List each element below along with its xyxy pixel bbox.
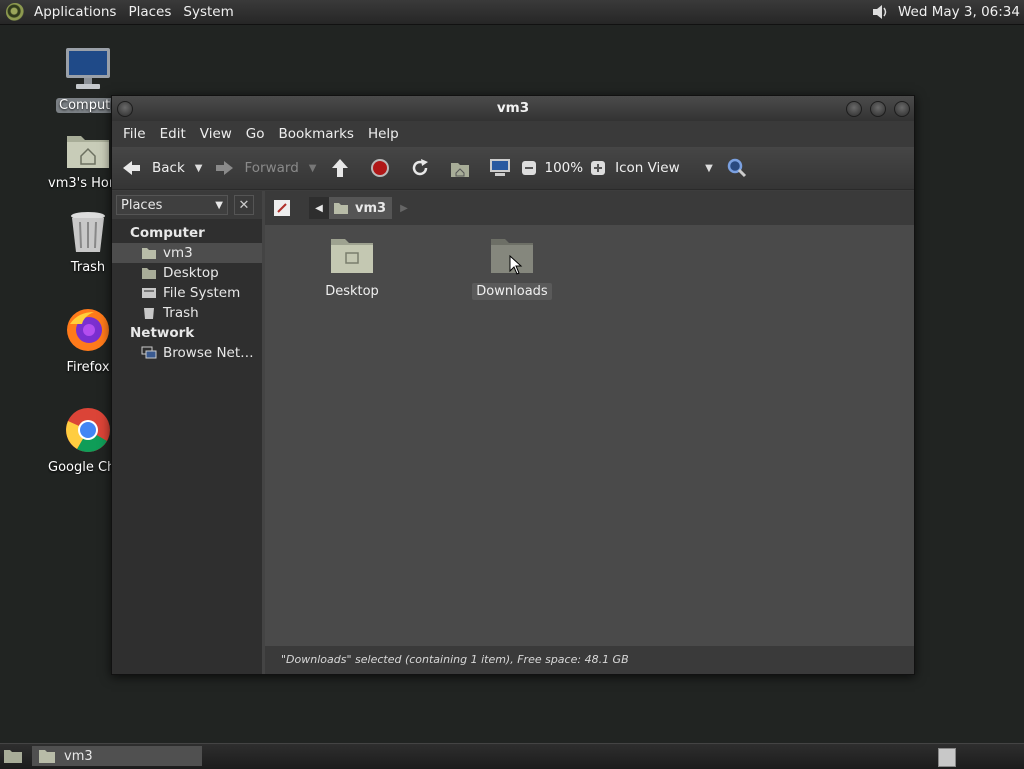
zoom-level[interactable]: 100% xyxy=(544,160,583,176)
back-arrow-icon xyxy=(123,161,140,175)
bottom-panel: vm3 xyxy=(0,743,1024,769)
places-menu[interactable]: Places xyxy=(122,4,177,20)
desktop-icon-label: Computer xyxy=(56,98,118,113)
sidebar-item-browse-network[interactable]: Browse Net… xyxy=(112,343,262,363)
home-folder-icon xyxy=(334,203,348,214)
sidebar-item-label: File System xyxy=(163,285,241,301)
close-button[interactable] xyxy=(894,101,910,117)
search-icon[interactable] xyxy=(725,157,749,179)
file-view[interactable]: Desktop Downloads xyxy=(265,225,914,646)
home-folder-icon xyxy=(67,136,109,168)
sidebar-item-desktop[interactable]: Desktop xyxy=(112,263,262,283)
back-history-dropdown[interactable]: ▼ xyxy=(195,163,203,174)
firefox-icon xyxy=(67,309,109,351)
back-label: Back xyxy=(152,160,185,176)
window-title: vm3 xyxy=(496,100,530,116)
menu-view[interactable]: View xyxy=(193,126,239,142)
taskbar-item-label: vm3 xyxy=(64,748,93,764)
file-manager-window: vm3 File Edit View Go Bookmarks Help Bac… xyxy=(111,95,915,675)
menubar: File Edit View Go Bookmarks Help xyxy=(112,121,914,147)
forward-history-dropdown[interactable]: ▼ xyxy=(309,163,317,174)
reload-icon[interactable] xyxy=(408,157,432,179)
network-icon xyxy=(141,346,157,359)
distro-logo-icon[interactable] xyxy=(6,3,24,21)
drive-icon xyxy=(142,288,156,298)
applications-menu[interactable]: Applications xyxy=(28,4,122,20)
sidebar-selector-label: Places xyxy=(121,197,163,213)
toolbar: Back ▼ Forward ▼ 100% Icon View ▼ xyxy=(112,147,914,190)
file-item-desktop[interactable]: Desktop xyxy=(307,235,397,300)
status-bar: "Downloads" selected (containing 1 item)… xyxy=(265,646,914,674)
forward-label: Forward xyxy=(244,160,299,176)
stop-icon[interactable] xyxy=(368,157,392,179)
mouse-pointer-icon xyxy=(509,255,523,275)
sidebar-header: Places ▼ ✕ xyxy=(112,191,262,219)
sidebar-item-file-system[interactable]: File System xyxy=(112,283,262,303)
minimize-button[interactable] xyxy=(846,101,862,117)
chevron-down-icon: ▼ xyxy=(215,199,223,211)
sidebar-item-label: vm3 xyxy=(163,245,193,261)
menu-bookmarks[interactable]: Bookmarks xyxy=(272,126,361,142)
trash-icon xyxy=(144,308,154,319)
desktop-folder-icon xyxy=(331,239,373,273)
breadcrumb-vm3[interactable]: vm3 xyxy=(329,197,393,219)
forward-arrow-icon xyxy=(216,161,234,175)
edit-location-icon[interactable] xyxy=(271,197,293,219)
sidebar-item-label: Trash xyxy=(163,305,199,321)
menu-file[interactable]: File xyxy=(116,126,153,142)
close-sidebar-button[interactable]: ✕ xyxy=(234,195,254,215)
window-titlebar[interactable]: vm3 xyxy=(112,96,914,121)
chevron-down-icon: ▼ xyxy=(705,162,713,174)
computer-toolbar-icon[interactable] xyxy=(488,157,512,179)
home-folder-icon xyxy=(39,750,55,763)
location-bar: ◀ vm3 ▶ xyxy=(265,191,914,225)
file-item-label: Downloads xyxy=(472,283,552,300)
sidebar-section-network: Network xyxy=(130,325,195,341)
back-button[interactable]: Back xyxy=(120,157,185,179)
clock[interactable]: Wed May 3, 06:34 xyxy=(898,4,1020,20)
up-icon[interactable] xyxy=(328,157,352,179)
sidebar-item-label: Browse Net… xyxy=(163,345,254,361)
home-folder-icon xyxy=(142,248,156,259)
desktop-folder-icon xyxy=(142,268,156,279)
trash-icon xyxy=(71,212,105,252)
sidebar: Places ▼ ✕ Computer vm3 Desktop File Sys… xyxy=(112,191,265,674)
sidebar-selector[interactable]: Places ▼ xyxy=(116,195,228,215)
system-menu[interactable]: System xyxy=(177,4,239,20)
forward-button[interactable]: Forward xyxy=(212,157,299,179)
breadcrumb-left-arrow[interactable]: ◀ xyxy=(309,197,329,219)
top-panel: Applications Places System Wed May 3, 06… xyxy=(0,0,1024,25)
show-desktop-icon[interactable] xyxy=(3,747,23,765)
view-mode-label: Icon View xyxy=(615,160,680,176)
maximize-button[interactable] xyxy=(870,101,886,117)
taskbar-item-vm3[interactable]: vm3 xyxy=(32,746,202,766)
file-item-label: Desktop xyxy=(325,284,379,299)
breadcrumb-right-arrow[interactable]: ▶ xyxy=(400,203,408,214)
panel-tray: Wed May 3, 06:34 xyxy=(870,0,1020,24)
panel-menus: Applications Places System xyxy=(28,0,240,24)
window-menu-button[interactable] xyxy=(117,101,133,117)
menu-edit[interactable]: Edit xyxy=(153,126,193,142)
zoom-out-icon[interactable] xyxy=(520,157,538,179)
menu-go[interactable]: Go xyxy=(239,126,272,142)
home-icon[interactable] xyxy=(448,157,472,179)
workspace-switcher[interactable] xyxy=(938,748,956,767)
sidebar-item-trash[interactable]: Trash xyxy=(112,303,262,323)
menu-help[interactable]: Help xyxy=(361,126,406,142)
volume-icon[interactable] xyxy=(870,3,890,21)
sidebar-section-computer: Computer xyxy=(130,225,205,241)
computer-icon xyxy=(66,48,110,89)
sidebar-item-label: Desktop xyxy=(163,265,219,281)
zoom-in-icon[interactable] xyxy=(589,157,607,179)
chrome-icon xyxy=(66,408,110,452)
sidebar-item-vm3[interactable]: vm3 xyxy=(112,243,262,263)
breadcrumb-label: vm3 xyxy=(355,200,387,216)
view-mode-select[interactable]: Icon View ▼ xyxy=(615,160,719,176)
